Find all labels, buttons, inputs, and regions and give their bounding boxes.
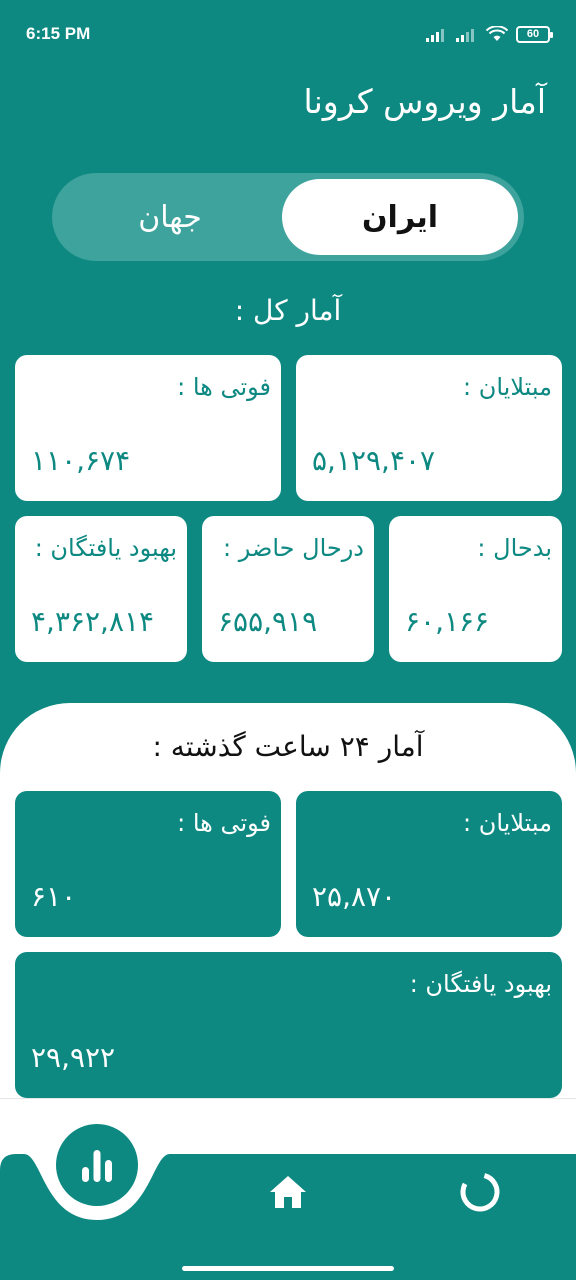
card-label: مبتلایان : [463,809,552,837]
card-label: بدحال : [477,534,552,562]
card-value: ۶۱۰ [31,880,77,913]
card-value: ۶۰,۱۶۶ [405,605,490,638]
daily-stats-title: آمار ۲۴ ساعت گذشته : [152,730,424,763]
total-critical-card: بدحال : ۶۰,۱۶۶ [389,516,562,662]
card-value: ۴,۳۶۲,۸۱۴ [31,605,155,638]
loading-icon [460,1172,500,1212]
nav-progress-button[interactable] [456,1168,504,1216]
card-label: مبتلایان : [463,373,552,401]
total-stats-title: آمار کل : [234,294,342,327]
total-recovered-card: بهبود یافتگان : ۴,۳۶۲,۸۱۴ [15,516,187,662]
card-label: فوتی ها : [177,809,271,837]
status-time: 6:15 PM [26,24,91,43]
status-icons: 60 [426,24,553,44]
nav-stats-button[interactable] [56,1124,138,1206]
status-bar: 6:15 PM 60 [0,0,576,70]
tab-world[interactable]: جهان [58,179,282,255]
card-label: فوتی ها : [177,373,271,401]
daily-recovered-card: بهبود یافتگان : ۲۹,۹۲۲ [15,952,562,1098]
home-indicator[interactable] [182,1266,394,1271]
daily-infected-card: مبتلایان : ۲۵,۸۷۰ [296,791,562,937]
card-label: درحال حاضر : [223,534,364,562]
total-infected-card: مبتلایان : ۵,۱۲۹,۴۰۷ [296,355,562,501]
daily-deaths-card: فوتی ها : ۶۱۰ [15,791,281,937]
total-active-card: درحال حاضر : ۶۵۵,۹۱۹ [202,516,374,662]
card-value: ۵,۱۲۹,۴۰۷ [312,444,436,477]
card-value: ۲۵,۸۷۰ [312,880,397,913]
card-label: بهبود یافتگان : [409,970,552,998]
wifi-icon [486,26,508,41]
nav-home-button[interactable] [266,1170,310,1214]
battery-icon: 60 [516,25,553,43]
card-value: ۲۹,۹۲۲ [31,1041,116,1074]
total-deaths-card: فوتی ها : ۱۱۰,۶۷۴ [15,355,281,501]
home-icon [270,1176,306,1208]
card-value: ۱۱۰,۶۷۴ [31,444,131,477]
signal-icon [456,29,474,42]
signal-icon [426,29,444,42]
stats-icon [82,1150,112,1182]
card-label: بهبود یافتگان : [34,534,177,562]
tab-iran[interactable]: ایران [282,179,518,255]
card-value: ۶۵۵,۹۱۹ [218,605,318,638]
page-title: آمار ویروس کرونا [303,82,546,121]
region-toggle[interactable]: جهان ایران [52,173,524,261]
